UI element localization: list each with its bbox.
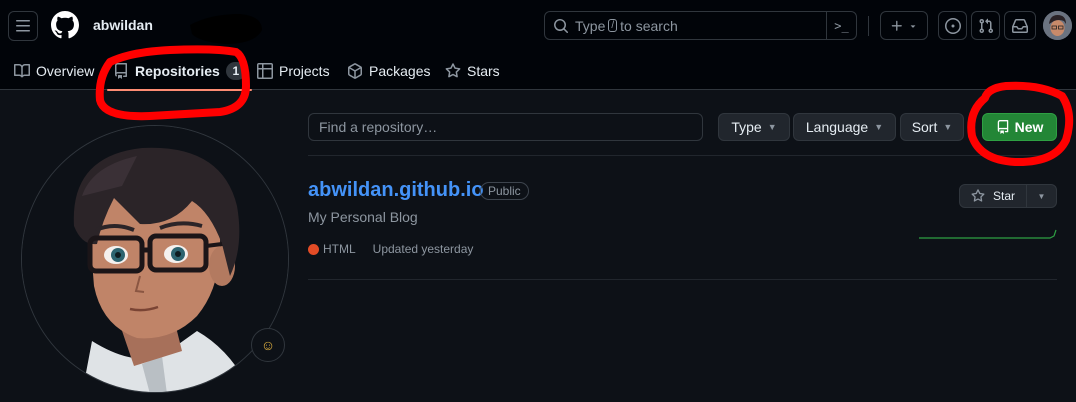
plus-icon (891, 20, 902, 31)
repo-icon (997, 120, 1008, 134)
hamburger-icon (16, 20, 30, 32)
repo-updated: Updated yesterday (372, 242, 474, 256)
search-input[interactable]: Type / to search >_ (544, 11, 857, 40)
star-lists-dropdown[interactable]: ▼ (1027, 184, 1057, 208)
search-suffix-text: to search (620, 17, 678, 34)
status-emoji-icon: ☺ (260, 337, 276, 353)
anime-portrait-icon (22, 126, 288, 392)
issues-button[interactable] (938, 11, 967, 40)
repo-description: My Personal Blog (308, 209, 418, 225)
set-status-button[interactable]: ☺ (251, 328, 285, 362)
tab-repositories[interactable]: Repositories 1 (107, 52, 252, 91)
tab-stars[interactable]: Stars (445, 52, 500, 90)
star-button[interactable]: Star (959, 184, 1027, 208)
repo-name-link[interactable]: abwildan.github.io (308, 179, 484, 202)
profile-username[interactable]: abwildan (93, 17, 153, 33)
tab-projects[interactable]: Projects (257, 52, 330, 90)
star-icon (445, 63, 461, 78)
list-divider-top (308, 155, 1057, 156)
repo-meta: HTML Updated yesterday (308, 242, 473, 256)
activity-sparkline (919, 229, 1057, 239)
inbox-button[interactable] (1004, 11, 1036, 40)
header-divider (868, 16, 869, 36)
star-icon (971, 189, 985, 202)
find-repository-input[interactable] (308, 113, 703, 141)
search-prefix-text: Type (575, 17, 606, 34)
profile-avatar[interactable] (21, 125, 289, 393)
search-key-hint: / (608, 19, 618, 32)
tab-overview[interactable]: Overview (14, 52, 94, 90)
tab-packages-label: Packages (369, 63, 431, 79)
global-header: abwildan Type / to search >_ Overview Re… (0, 0, 1076, 91)
triangle-down-icon (910, 24, 916, 28)
git-pull-request-icon (978, 18, 993, 33)
book-icon (14, 63, 30, 78)
star-button-label: Star (992, 189, 1015, 203)
repo-icon (115, 63, 127, 79)
visibility-badge: Public (480, 182, 529, 200)
sort-button[interactable]: Sort ▼ (900, 113, 964, 141)
caret-down-icon: ▼ (943, 122, 953, 132)
language-filter-button[interactable]: Language ▼ (793, 113, 896, 141)
search-icon (554, 18, 568, 33)
menu-button[interactable] (8, 11, 38, 41)
new-button-label: New (1014, 119, 1044, 135)
language-color-dot (308, 243, 319, 255)
caret-down-icon: ▼ (874, 122, 884, 132)
table-icon (257, 63, 273, 79)
tab-packages[interactable]: Packages (347, 52, 430, 90)
issue-opened-icon (944, 17, 961, 34)
pull-requests-button[interactable] (971, 11, 1000, 40)
tab-stars-label: Stars (467, 63, 500, 79)
tab-repositories-label: Repositories (135, 63, 220, 79)
package-icon (348, 63, 362, 79)
type-filter-button[interactable]: Type ▼ (718, 113, 790, 141)
github-logo-icon[interactable] (51, 11, 79, 39)
caret-down-icon: ▼ (1037, 191, 1046, 201)
new-repository-button[interactable]: New (982, 113, 1057, 141)
create-new-button[interactable] (880, 11, 928, 40)
command-palette-button[interactable]: >_ (826, 11, 856, 40)
list-divider-bottom (308, 279, 1057, 280)
repositories-count-badge: 1 (225, 62, 246, 80)
sort-label: Sort (911, 119, 938, 135)
avatar-image-icon (1043, 11, 1072, 40)
repo-language: HTML (323, 242, 356, 256)
tab-overview-label: Overview (36, 63, 95, 79)
language-filter-label: Language (805, 119, 869, 135)
caret-down-icon: ▼ (767, 122, 777, 132)
inbox-icon (1012, 18, 1028, 33)
user-avatar-small[interactable] (1043, 11, 1072, 40)
profile-tabs: Overview Repositories 1 Projects Package… (0, 52, 700, 91)
tab-projects-label: Projects (279, 63, 330, 79)
star-button-group: Star ▼ (959, 184, 1057, 208)
type-filter-label: Type (731, 119, 762, 135)
